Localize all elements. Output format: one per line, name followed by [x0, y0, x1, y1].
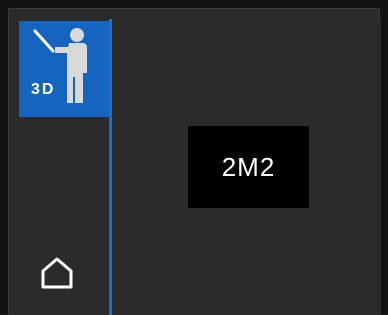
window-frame: 3D 2M2 [0, 0, 388, 315]
viewer-display[interactable]: 2M2 [188, 126, 309, 208]
sidebar-item-home[interactable] [19, 245, 109, 315]
person-3d-icon [33, 28, 87, 103]
app-panel: 3D 2M2 [8, 8, 381, 315]
sidebar-item-3d[interactable]: 3D [19, 21, 109, 117]
main-content: 2M2 [112, 19, 381, 315]
viewer-label: 2M2 [221, 151, 276, 182]
home-icon [41, 257, 73, 289]
sidebar-item-label: 3D [31, 81, 56, 98]
